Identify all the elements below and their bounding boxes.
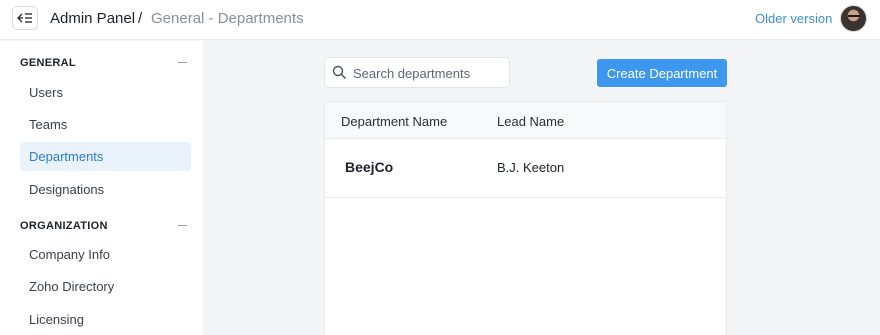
lead-name-cell: B.J. Keeton: [497, 160, 565, 175]
sidebar-item-label: Departments: [29, 149, 104, 164]
sidebar-item-teams[interactable]: Teams: [20, 110, 191, 139]
sidebar-item-zoho-directory[interactable]: Zoho Directory: [20, 272, 191, 301]
sidebar-item-designations[interactable]: Designations: [20, 175, 191, 204]
sidebar-item-label: Licensing: [29, 312, 84, 327]
sidebar-item-label: Users: [29, 85, 63, 100]
search-icon: [332, 65, 346, 79]
sidebar-item-label: Teams: [29, 117, 68, 132]
user-avatar[interactable]: [840, 5, 867, 32]
minus-icon[interactable]: [178, 62, 187, 63]
sidebar-item-users[interactable]: Users: [20, 78, 191, 107]
breadcrumb: General - Departments: [151, 10, 304, 27]
sidebar-item-departments[interactable]: Departments: [20, 142, 191, 171]
section-title-general: GENERAL: [20, 57, 76, 69]
sidebar-item-licensing[interactable]: Licensing: [20, 305, 191, 334]
main-content: Create Department Department Name Lead N…: [203, 41, 880, 335]
sidebar-item-company-info[interactable]: Company Info: [20, 240, 191, 269]
minus-icon[interactable]: [178, 225, 187, 226]
sidebar-item-label: Designations: [29, 182, 105, 197]
app-title: Admin Panel: [50, 10, 136, 27]
departments-table: Department Name Lead Name BeejCo B.J. Ke…: [324, 101, 727, 335]
create-department-button[interactable]: Create Department: [597, 59, 727, 87]
collapse-sidebar-button[interactable]: [12, 6, 38, 30]
search-input[interactable]: [353, 64, 503, 82]
column-header-department-name[interactable]: Department Name: [341, 114, 447, 129]
department-name-cell: BeejCo: [345, 159, 394, 175]
search-box[interactable]: [324, 57, 510, 88]
sidebar-item-label: Zoho Directory: [29, 279, 115, 294]
collapse-sidebar-icon: [17, 13, 32, 23]
section-title-organization: ORGANIZATION: [20, 220, 108, 232]
table-row[interactable]: BeejCo B.J. Keeton: [325, 139, 726, 198]
sidebar: GENERAL Users Teams Departments Designat…: [0, 41, 203, 335]
sidebar-item-label: Company Info: [29, 247, 110, 262]
breadcrumb-separator: /: [138, 10, 143, 27]
top-bar: Admin Panel / General - Departments Olde…: [0, 0, 880, 40]
table-header: Department Name Lead Name: [325, 102, 726, 139]
older-version-link[interactable]: Older version: [755, 11, 832, 26]
column-header-lead-name[interactable]: Lead Name: [497, 114, 564, 129]
